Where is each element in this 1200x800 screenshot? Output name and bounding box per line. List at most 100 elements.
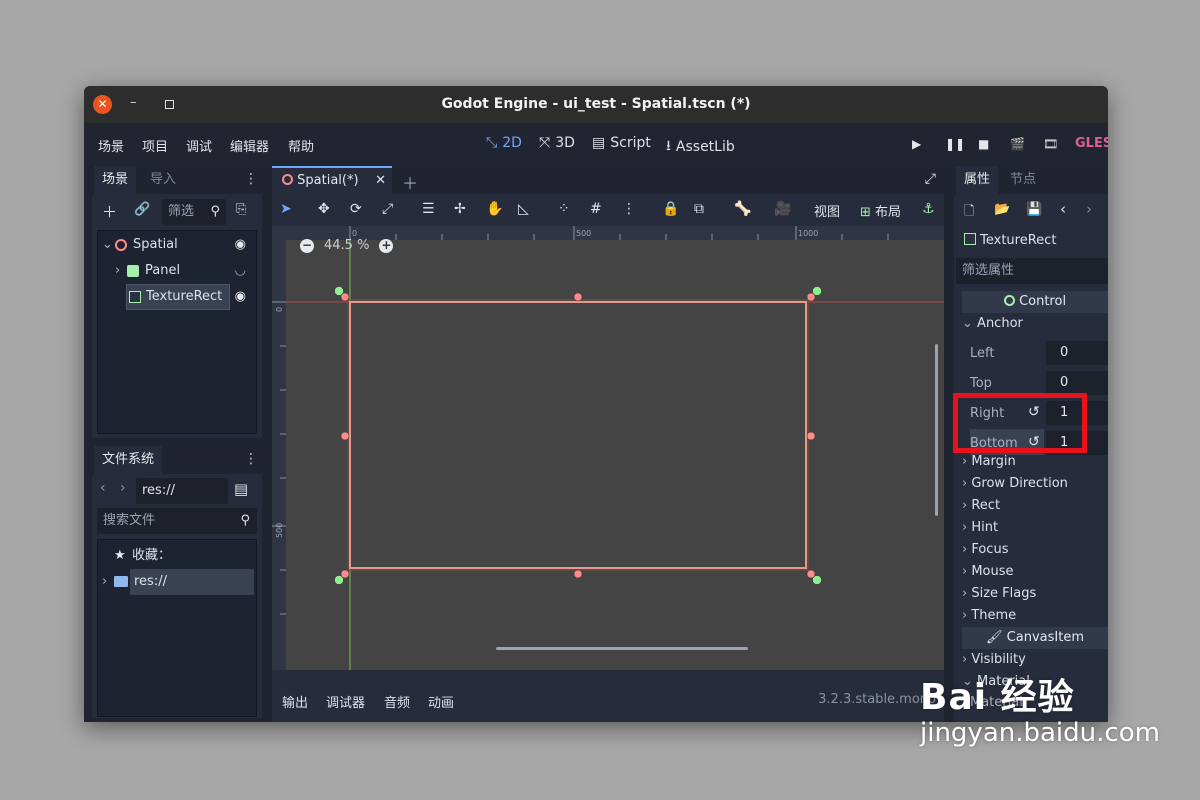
tab-inspector[interactable]: 属性 [956,166,999,194]
save-icon[interactable]: 💾 [1026,202,1042,217]
favorites-row[interactable]: ★ 收藏： [98,543,256,569]
mode-2d-button[interactable]: ⤡ 2D [486,135,522,151]
pivot-tool-icon[interactable]: ✢ [454,201,466,217]
instance-scene-icon[interactable]: ⎘ [236,202,246,217]
pan-tool-icon[interactable]: ✋ [486,201,503,217]
play-custom-scene-icon[interactable]: 🎞 [1043,137,1058,151]
expand-arrow-icon[interactable]: › [115,258,120,284]
zoom-in-icon[interactable]: + [379,238,394,253]
tab-filesystem[interactable]: 文件系统 [94,446,163,474]
tree-row-texturerect[interactable]: TextureRect ◉ [98,284,256,310]
add-scene-tab-icon[interactable]: ＋ [402,170,418,194]
layout-menu[interactable]: ⊞ 布局 [860,201,901,220]
tab-spatial-scene[interactable]: Spatial(*) ✕ [272,166,392,194]
kebab-menu-icon[interactable]: ⋮ [244,451,258,467]
collapse-arrow-icon[interactable]: ⌄ [102,232,113,258]
file-search-input[interactable]: 搜索文件 ⚲ [97,508,257,534]
history-forward-icon[interactable]: › [1086,200,1092,218]
visibility-eye-icon[interactable]: ◉ [235,232,246,258]
menu-editor[interactable]: 编辑器 [230,136,269,155]
inspected-node-row[interactable]: TextureRect [964,230,1108,252]
kebab-menu-icon[interactable]: ⋮ [244,171,258,187]
play-icon[interactable]: ▶ [912,137,921,151]
tab-debugger[interactable]: 调试器 [326,692,365,711]
forward-arrow-icon[interactable]: › [120,480,126,496]
prop-top-value[interactable]: 0 [1046,371,1108,395]
mode-assetlib-button[interactable]: ⭳ AssetLib [666,135,735,159]
group-hint[interactable]: › Hint [962,517,1108,539]
mode-script-button[interactable]: ▤ Script [592,135,651,151]
group-margin[interactable]: › Margin [962,451,1108,473]
play-scene-icon[interactable]: 🎬 [1010,137,1025,151]
zoom-out-icon[interactable]: − [300,238,314,253]
tree-row-panel[interactable]: › Panel ◡ [98,258,256,284]
tab-import[interactable]: 导入 [142,166,184,194]
expand-arrow-icon[interactable]: › [102,569,107,595]
list-select-icon[interactable]: ☰ [422,201,435,217]
ruler-tool-icon[interactable]: ◺ [518,201,529,217]
new-resource-icon[interactable]: 🗋 [964,202,974,224]
split-view-icon[interactable]: ▤ [234,480,248,498]
vertical-scrollbar [935,344,938,516]
canvas-2d[interactable]: 0 500 1000 0 500 − 44.5 % + [272,226,944,670]
zoom-level[interactable]: 44.5 % [324,238,369,253]
group-rect[interactable]: › Rect [962,495,1108,517]
select-tool-icon[interactable]: ➤ [280,201,292,217]
res-root-label: res:// [134,574,167,589]
visibility-eye-icon[interactable]: ◉ [235,284,246,310]
camera-icon[interactable]: 🎥 [774,201,791,217]
move-tool-icon[interactable]: ✥ [318,201,330,217]
view-menu[interactable]: 视图 [814,201,840,220]
menu-scene[interactable]: 场景 [98,136,124,155]
expand-arrow-icon: › [962,454,968,469]
back-arrow-icon[interactable]: ‹ [100,480,106,496]
expand-arrow-icon: › [962,476,968,491]
snap-options-icon[interactable]: ⋮ [622,201,636,217]
tab-output[interactable]: 输出 [282,692,308,711]
lock-icon[interactable]: 🔒 [662,201,679,217]
smart-snap-icon[interactable]: ⁘ [558,201,570,217]
tab-audio[interactable]: 音频 [384,692,410,711]
menu-help[interactable]: 帮助 [288,136,314,155]
visibility-hidden-icon[interactable]: ◡ [235,258,246,284]
close-tab-icon[interactable]: ✕ [375,168,386,194]
distraction-free-icon[interactable]: ⤢ [925,171,936,187]
res-root-row[interactable]: › res:// [98,569,256,595]
menu-debug[interactable]: 调试 [186,136,212,155]
open-folder-icon[interactable]: 📂 [994,202,1010,217]
section-canvasitem[interactable]: 🖌 CanvasItem [962,627,1108,649]
renderer-label[interactable]: GLES [1075,136,1108,151]
property-filter-input[interactable]: 筛选属性 [956,258,1108,284]
group-theme[interactable]: › Theme [962,605,1108,627]
watermark-url: jingyan.baidu.com [920,718,1160,748]
tab-animation[interactable]: 动画 [428,692,454,711]
tab-node[interactable]: 节点 [1002,166,1044,194]
anchor-icon[interactable]: ⚓ [922,201,935,217]
bone-icon[interactable]: 🦴 [734,201,751,217]
tree-row-spatial[interactable]: ⌄ Spatial ◉ [98,232,256,258]
scale-tool-icon[interactable]: ⤢ [382,201,393,217]
group-grow-direction[interactable]: › Grow Direction [962,473,1108,495]
property-filter-placeholder: 筛选属性 [962,263,1015,278]
stop-icon[interactable]: ■ [978,137,989,151]
history-back-icon[interactable]: ‹ [1060,200,1066,218]
group-focus[interactable]: › Focus [962,539,1108,561]
mode-3d-button[interactable]: ⤧ 3D [539,135,575,151]
path-field[interactable]: res:// [136,478,228,504]
menu-project[interactable]: 项目 [142,136,168,155]
group-icon[interactable]: ⧉ [694,201,704,217]
scene-filter-input[interactable]: 筛选 ⚲ [162,199,226,225]
group-anchor[interactable]: ⌄ Anchor [962,313,1108,335]
prop-left-value[interactable]: 0 [1046,341,1108,365]
section-control[interactable]: Control [962,291,1108,313]
group-size-flags[interactable]: › Size Flags [962,583,1108,605]
rotate-tool-icon[interactable]: ⟳ [350,201,362,217]
pause-icon[interactable]: ❚❚ [945,137,965,151]
grid-snap-icon[interactable]: # [590,201,602,217]
texture-rect-icon [964,233,976,245]
link-icon[interactable]: 🔗 [134,202,150,217]
add-node-icon[interactable]: ＋ [102,201,117,222]
tab-scene[interactable]: 场景 [94,166,137,194]
inspector-tabs: 属性 节点 [954,166,1108,194]
group-mouse[interactable]: › Mouse [962,561,1108,583]
